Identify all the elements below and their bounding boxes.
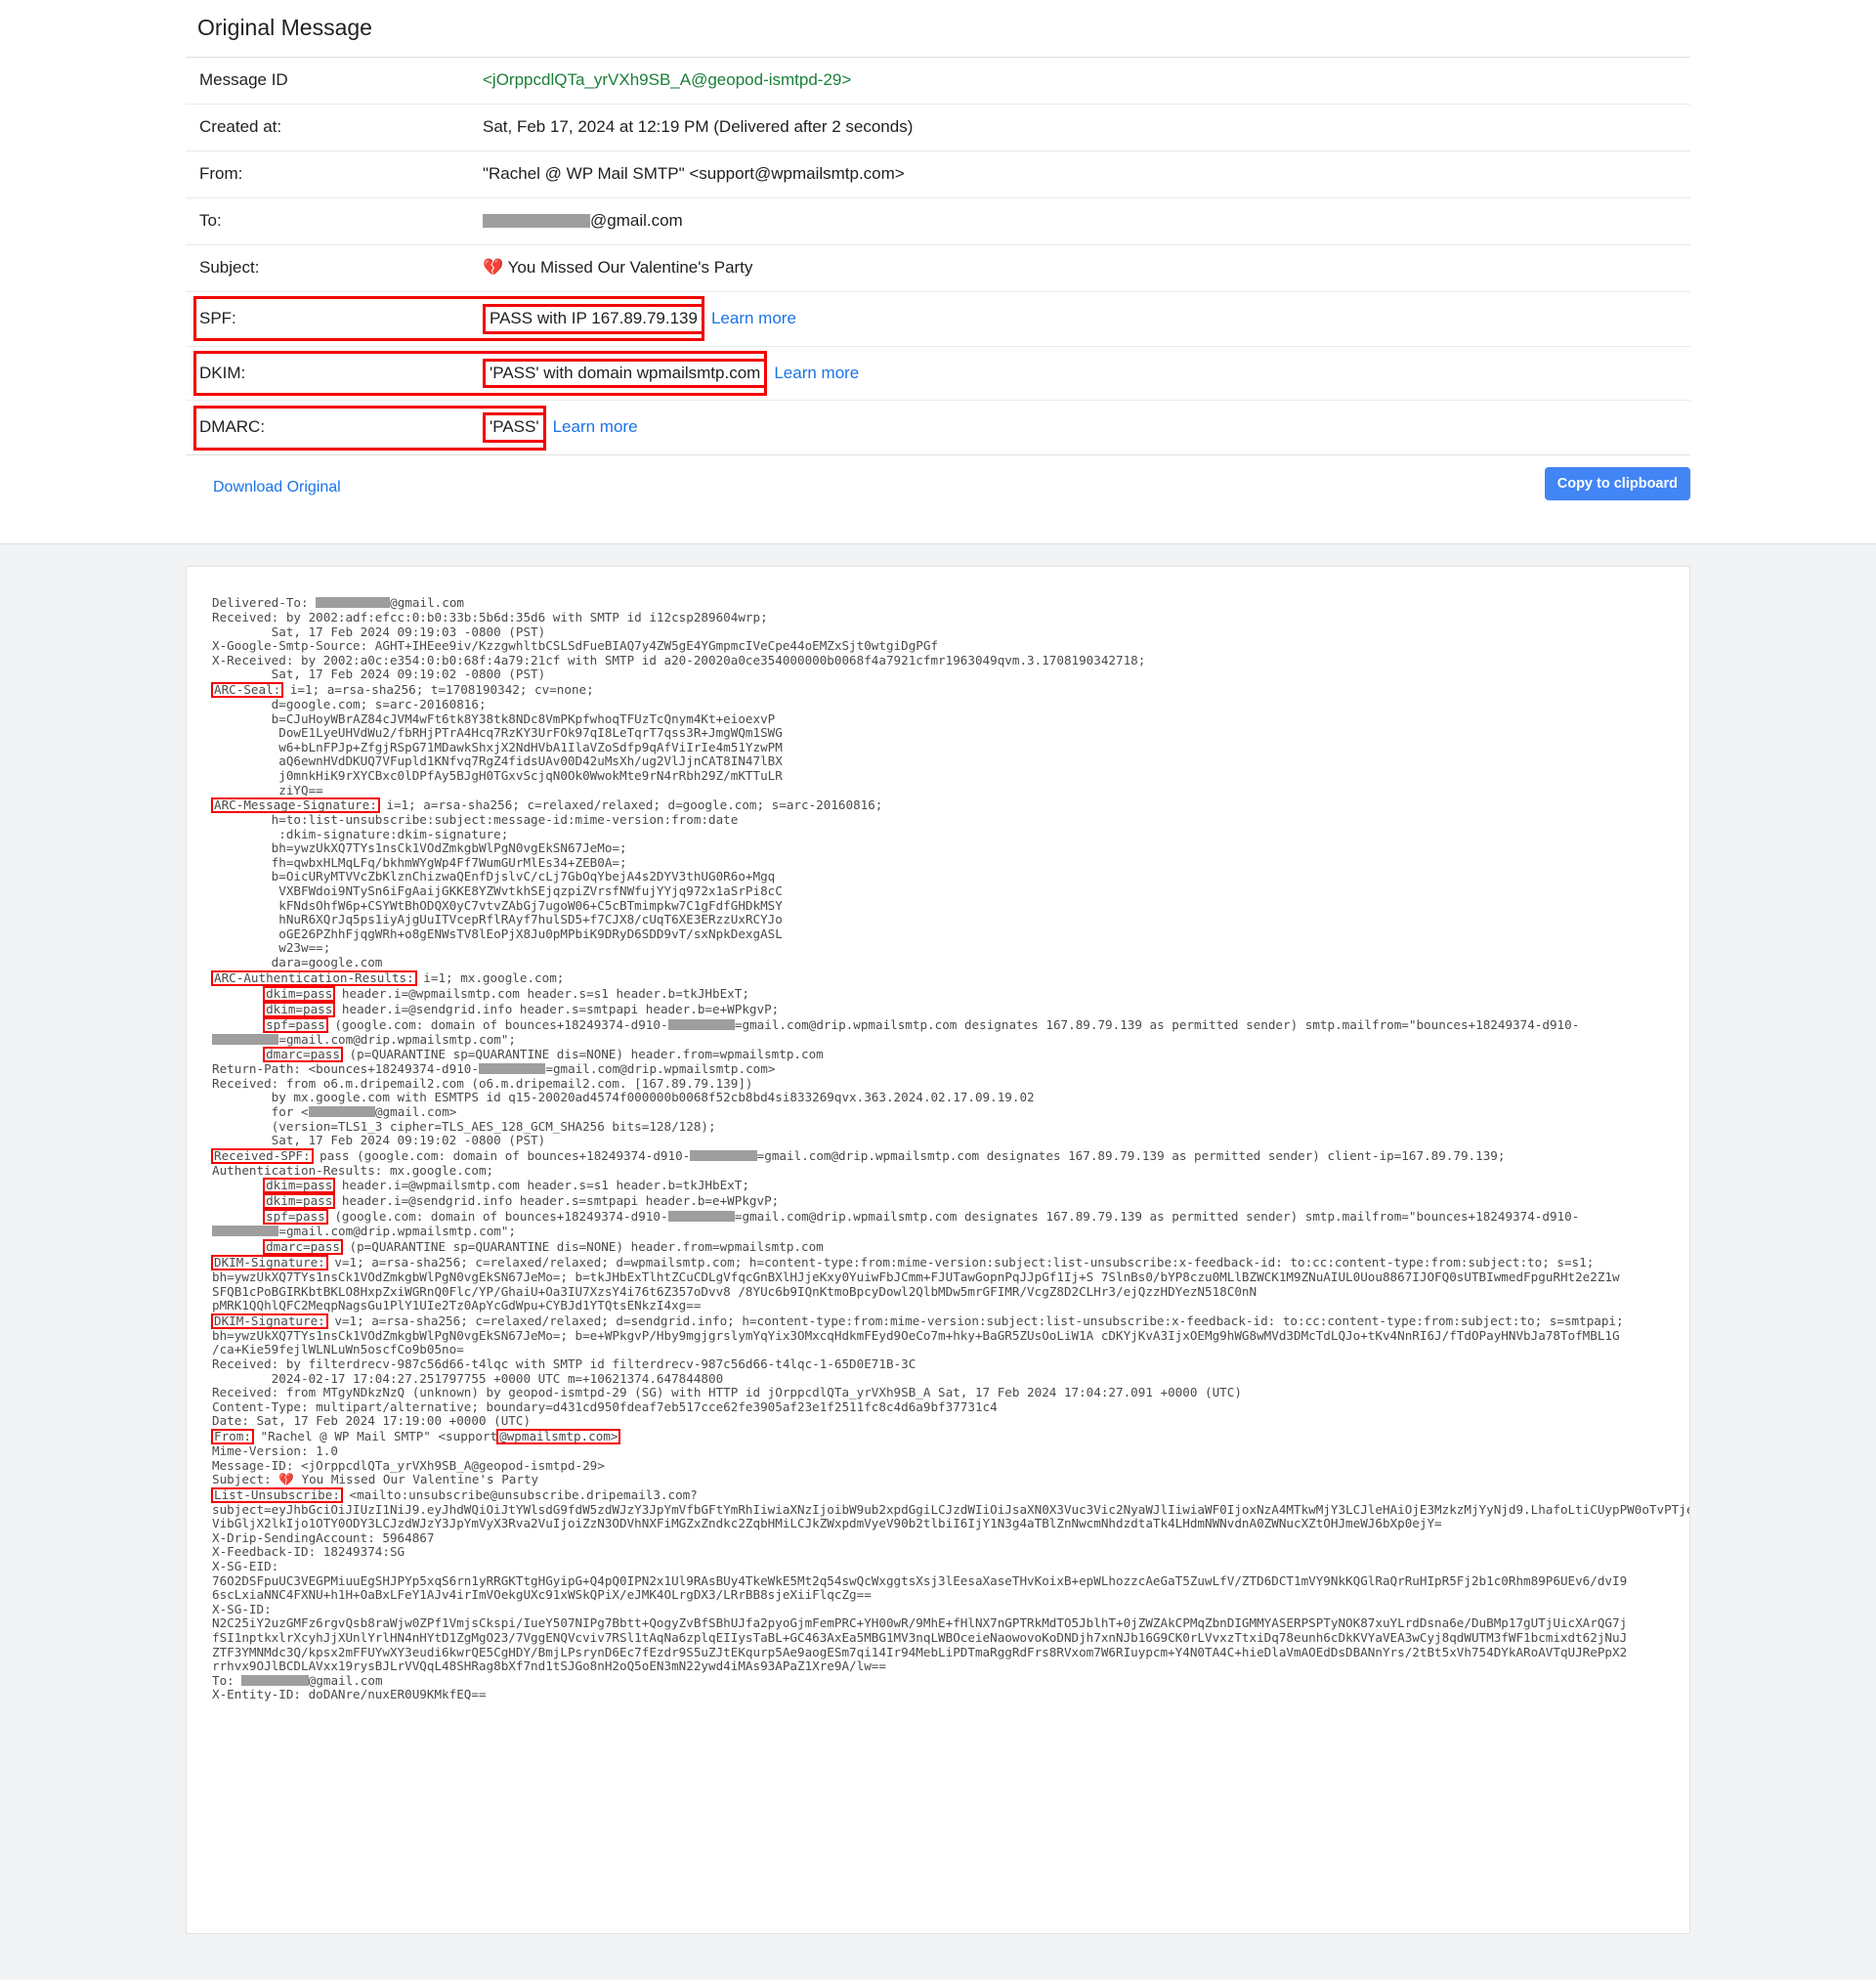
redacted-block xyxy=(478,1063,546,1075)
redacted-block xyxy=(316,597,391,609)
redacted-block xyxy=(690,1149,757,1161)
learn-more-link[interactable]: Learn more xyxy=(711,309,796,327)
summary-row-label: Created at: xyxy=(199,116,282,136)
auth-result-highlight: PASS with IP 167.89.79.139 xyxy=(483,303,704,334)
annotation-box: ARC-Message-Signature: xyxy=(211,797,380,814)
original-message-table: Message ID <jOrppcdlQTa_yrVXh9SB_A@geopod… xyxy=(186,56,1690,456)
summary-row-label: Subject: xyxy=(199,257,260,277)
summary-row-value: "Rachel @ WP Mail SMTP" <support@wpmails… xyxy=(483,163,905,183)
auth-result-value: 'PASS' with domain wpmailsmtp.com xyxy=(490,363,761,382)
summary-row-value: <jOrppcdlQTa_yrVXh9SB_A@geopod-ismtpd-29… xyxy=(469,57,1080,104)
annotation-box: spf=pass xyxy=(263,1016,328,1033)
summary-row: DKIM: 'PASS' with domain wpmailsmtp.com Le… xyxy=(186,346,1690,401)
annotation-box: dkim=pass xyxy=(263,1001,336,1017)
raw-source-paper[interactable]: Delivered-To: @gmail.com Received: by 20… xyxy=(186,566,1690,1935)
redacted-block xyxy=(241,1674,309,1686)
summary-row-label: DKIM: xyxy=(199,363,246,382)
summary-row-label: DMARC: xyxy=(199,417,266,437)
annotation-box: dmarc=pass xyxy=(263,1047,343,1063)
annotation-box: dkim=pass xyxy=(263,1193,336,1210)
summary-row-label: Message ID xyxy=(199,69,288,89)
recipient-domain: @gmail.com xyxy=(590,210,683,230)
redacted-block xyxy=(667,1211,735,1223)
summary-row-value: 💔 You Missed Our Valentine's Party xyxy=(469,244,1080,291)
summary-row: From: "Rachel @ WP Mail SMTP" <support@wp… xyxy=(186,151,1690,198)
annotation-box: @wpmailsmtp.com> xyxy=(496,1428,621,1444)
summary-row-value: @gmail.com xyxy=(469,197,1080,244)
annotation-box: Received-SPF: xyxy=(211,1147,314,1164)
summary-row: Created at: Sat, Feb 17, 2024 at 12:19 PM… xyxy=(186,104,1690,151)
redacted-block xyxy=(308,1106,375,1118)
annotation-box: From: xyxy=(211,1428,254,1444)
summary-row: Message ID <jOrppcdlQTa_yrVXh9SB_A@geopod… xyxy=(186,57,1690,105)
summary-row-label: SPF: xyxy=(199,308,236,327)
summary-row-value: Sat, Feb 17, 2024 at 12:19 PM (Delivered… xyxy=(483,116,914,136)
redacted-block xyxy=(212,1033,279,1045)
annotation-box: spf=pass xyxy=(263,1209,328,1226)
annotation-box: dkim=pass xyxy=(263,1178,336,1194)
subject-text: You Missed Our Valentine's Party xyxy=(507,257,753,277)
auth-result-highlight: 'PASS' with domain wpmailsmtp.com xyxy=(483,358,768,389)
summary-row: DMARC: 'PASS' Learn more xyxy=(186,401,1690,455)
summary-row-value: 'PASS' with domain wpmailsmtp.com Learn m… xyxy=(469,346,1080,401)
summary-row: SPF: PASS with IP 167.89.79.139 Learn more xyxy=(186,291,1690,347)
annotation-box: List-Unsubscribe: xyxy=(211,1486,343,1503)
learn-more-link[interactable]: Learn more xyxy=(553,417,638,436)
annotation-box: DKIM-Signature: xyxy=(211,1254,328,1270)
redacted-block xyxy=(483,214,590,229)
summary-row: Subject: 💔 You Missed Our Valentine's Par… xyxy=(186,244,1690,292)
summary-row-label: From: xyxy=(199,163,243,183)
page-title: Original Message xyxy=(197,15,372,40)
annotation-box: ARC-Authentication-Results: xyxy=(211,969,417,986)
annotation-box: DKIM-Signature: xyxy=(211,1313,328,1329)
summary-row: To: @gmail.com xyxy=(186,197,1690,245)
message-id-link[interactable]: <jOrppcdlQTa_yrVXh9SB_A@geopod-ismtpd-29… xyxy=(483,70,851,89)
download-original-link[interactable]: Download Original xyxy=(213,479,341,496)
summary-row-value: PASS with IP 167.89.79.139 Learn more xyxy=(469,291,1080,346)
auth-result-highlight: 'PASS' xyxy=(483,412,546,444)
actions-row: Download Original Copy to clipboard xyxy=(186,455,1690,543)
redacted-block xyxy=(667,1018,735,1030)
summary-row-value: 'PASS' Learn more xyxy=(469,401,1080,455)
raw-headers-text: Delivered-To: @gmail.com Received: by 20… xyxy=(211,595,1689,1702)
summary-row-label: To: xyxy=(199,210,222,230)
redacted-block xyxy=(212,1226,279,1237)
raw-source-panel: Delivered-To: @gmail.com Received: by 20… xyxy=(0,543,1876,1980)
annotation-box: dmarc=pass xyxy=(263,1238,343,1255)
broken-heart-icon: 💔 xyxy=(483,257,504,277)
auth-result-value: PASS with IP 167.89.79.139 xyxy=(490,308,698,327)
learn-more-link[interactable]: Learn more xyxy=(774,364,859,382)
annotation-box: ARC-Seal: xyxy=(211,681,284,698)
annotation-box: dkim=pass xyxy=(263,985,336,1002)
copy-to-clipboard-button[interactable]: Copy to clipboard xyxy=(1544,467,1690,501)
auth-result-value: 'PASS' xyxy=(490,417,539,437)
original-message-panel: Original Message Message ID <jOrppcdlQTa_… xyxy=(0,0,1876,544)
